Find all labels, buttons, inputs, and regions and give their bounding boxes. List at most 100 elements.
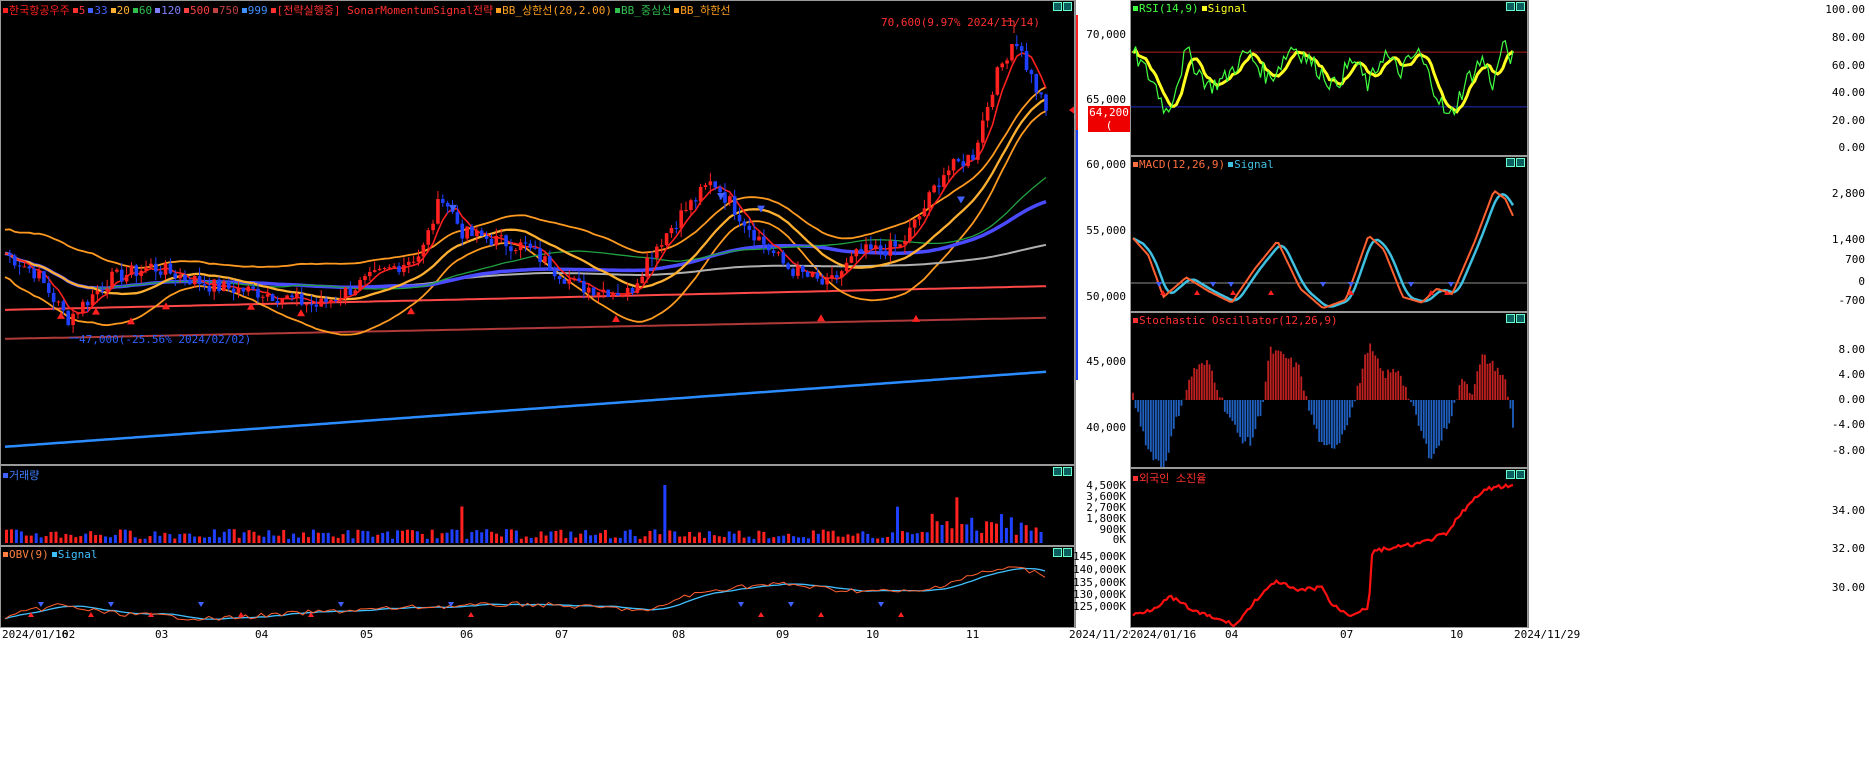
candle-body <box>231 288 236 293</box>
date-tick-label: 04 <box>1225 628 1239 641</box>
price-chart-panel[interactable]: 한국항공우주 5 33 20 60 120 500 750 999 [전략실행중] SonarMo… <box>0 0 1075 465</box>
close-panel-button[interactable] <box>1516 2 1525 11</box>
minimize-panel-button[interactable] <box>1506 470 1515 479</box>
volume-bar <box>970 517 974 543</box>
candle-body <box>275 301 280 303</box>
candle-body <box>956 159 961 162</box>
candle-body <box>149 263 153 268</box>
volume-bar <box>727 531 731 543</box>
volume-bar <box>698 532 701 543</box>
legend-label: 33 <box>94 4 108 17</box>
volume-bar <box>361 530 365 543</box>
volume-bar <box>237 537 241 543</box>
stochastic-panel[interactable]: Stochastic Oscillator(12,26,9) <box>1130 312 1528 468</box>
macd-panel[interactable]: MACD(12,26,9) Signal <box>1130 156 1528 312</box>
date-tick-label: 03 <box>155 628 169 641</box>
candle-body <box>56 301 61 303</box>
panel-window-controls <box>1053 467 1072 476</box>
volume-bar <box>84 533 88 543</box>
axis-tick-label: 40.00 <box>1831 86 1865 99</box>
volume-bar <box>737 530 741 543</box>
minimize-panel-button[interactable] <box>1053 548 1062 557</box>
candle-body <box>333 299 338 301</box>
volume-bar <box>430 529 434 543</box>
candle-body <box>693 200 698 202</box>
candle-body <box>888 240 893 256</box>
volume-bar <box>940 524 944 543</box>
volume-bar <box>594 534 598 543</box>
axis-tick-label: 60,000 <box>1086 158 1126 171</box>
legend-label: Signal <box>1207 2 1248 15</box>
candle-body <box>22 266 27 268</box>
candle-body <box>893 240 898 247</box>
rsi-canvas <box>1131 39 1527 117</box>
candle-body <box>796 265 800 276</box>
close-panel-button[interactable] <box>1063 548 1072 557</box>
candle-body <box>830 275 834 279</box>
candle-body <box>927 192 932 209</box>
volume-bar <box>59 537 63 543</box>
obv-panel[interactable]: OBV(9) Signal <box>0 546 1075 628</box>
legend-swatch <box>110 8 116 13</box>
candle-body <box>8 253 12 256</box>
close-panel-button[interactable] <box>1516 470 1525 479</box>
candle-body <box>192 276 197 285</box>
candle-body <box>241 287 246 292</box>
volume-bar <box>381 532 385 543</box>
candle-body <box>844 262 849 272</box>
minimize-panel-button[interactable] <box>1506 2 1515 11</box>
volume-bar <box>886 536 890 543</box>
minimize-panel-button[interactable] <box>1053 2 1062 11</box>
close-panel-button[interactable] <box>1516 314 1525 323</box>
volume-panel[interactable]: 거래량 <box>0 465 1075 546</box>
candle-body <box>280 298 285 303</box>
legend-item: RSI(14,9) <box>1133 2 1199 15</box>
obv-legend: OBV(9) Signal <box>3 548 101 561</box>
volume-bar <box>475 530 479 543</box>
axis-tick-label: 60.00 <box>1831 59 1865 72</box>
current-price-value: 64,200 <box>1089 106 1129 119</box>
macd-sell-arrow <box>1228 282 1234 287</box>
volume-bar <box>143 538 147 543</box>
candle-body <box>81 301 85 314</box>
close-panel-button[interactable] <box>1063 467 1072 476</box>
obv-buy-arrow <box>238 612 244 617</box>
candle-body <box>645 257 649 277</box>
volume-bar <box>599 533 602 543</box>
legend-swatch <box>1201 6 1207 11</box>
volume-bar <box>881 537 885 543</box>
date-tick-label: 02 <box>62 628 76 641</box>
candle-body <box>61 301 66 311</box>
axis-tick-label: 100.00 <box>1825 3 1865 16</box>
legend-swatch <box>615 8 620 13</box>
axis-tick-label: 20.00 <box>1831 114 1865 127</box>
axis-tick-label: 140,000K <box>1073 563 1126 576</box>
volume-bar <box>846 534 850 543</box>
date-tick-label: 08 <box>672 628 686 641</box>
date-tick-label: 10 <box>1450 628 1464 641</box>
legend-label: 120 <box>161 4 181 17</box>
candle-body <box>212 279 216 292</box>
candle-body <box>961 161 966 167</box>
minimize-panel-button[interactable] <box>1053 467 1062 476</box>
obv-sell-arrow <box>338 602 344 607</box>
minimize-panel-button[interactable] <box>1506 158 1515 167</box>
volume-bar <box>267 530 271 543</box>
volume-bar <box>613 537 617 543</box>
volume-bar <box>138 538 142 543</box>
minimize-panel-button[interactable] <box>1506 314 1515 323</box>
foreign-ownership-panel[interactable]: 외국인 소진율 <box>1130 468 1528 628</box>
volume-bar <box>816 533 820 543</box>
rsi-panel[interactable]: RSI(14,9) Signal <box>1130 0 1528 156</box>
candle-body <box>679 210 683 229</box>
volume-bar <box>549 531 553 543</box>
volume-bar <box>534 537 538 543</box>
close-panel-button[interactable] <box>1516 158 1525 167</box>
volume-bar <box>287 538 291 543</box>
legend-label: 20 <box>116 4 130 17</box>
candle-body <box>1039 92 1043 95</box>
volume-bar <box>316 532 320 543</box>
candle-body <box>596 292 601 296</box>
close-panel-button[interactable] <box>1063 2 1072 11</box>
foreign-ownership-legend: 외국인 소진율 <box>1133 470 1206 486</box>
